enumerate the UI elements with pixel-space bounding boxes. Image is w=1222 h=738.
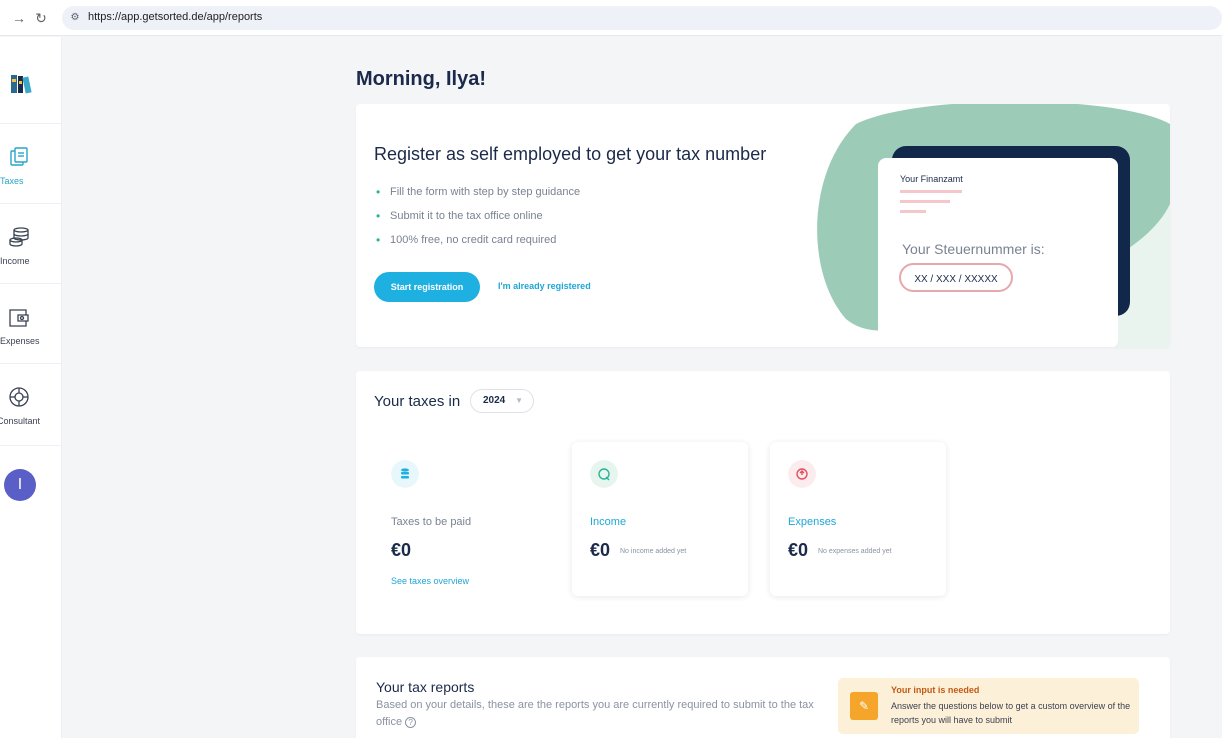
registration-card: Register as self employed to get your ta… <box>356 104 1170 347</box>
sidebar-item-expenses[interactable]: Expenses <box>0 283 62 363</box>
stat-note: No expenses added yet <box>818 548 892 555</box>
coins-icon <box>9 227 29 247</box>
sidebar-item-label: Consultant <box>0 416 40 426</box>
income-arrow-icon <box>590 460 618 488</box>
url-text[interactable]: https://app.getsorted.de/app/reports <box>88 11 262 23</box>
help-icon[interactable]: ? <box>405 716 417 728</box>
logo-books-icon <box>11 75 32 94</box>
wallet-icon <box>9 309 29 327</box>
site-settings-icon[interactable]: ⚙ <box>68 11 82 25</box>
steuernummer-value: XX / XXX / XXXXX <box>914 274 998 285</box>
stat-note: No income added yet <box>620 548 687 555</box>
sidebar-item-consultant[interactable]: Consultant <box>0 363 62 443</box>
chevron-down-icon: ▼ <box>515 396 523 405</box>
pencil-icon: ✎ <box>850 692 878 720</box>
taxes-title: Your taxes in <box>374 393 461 410</box>
stat-label: Expenses <box>788 516 837 528</box>
year-value: 2024 <box>483 395 506 406</box>
tax-number-illustration: Your Finanzamt Your Steuernummer is: XX … <box>817 104 1170 347</box>
sidebar-item-taxes[interactable]: Taxes <box>0 123 62 203</box>
forward-arrow-icon[interactable]: → <box>10 9 28 27</box>
browser-toolbar: → ↻ ⚙ https://app.getsorted.de/app/repor… <box>0 0 1222 36</box>
lifebuoy-icon <box>9 387 29 407</box>
reports-title: Your tax reports <box>376 679 475 695</box>
reports-description-text: Based on your details, these are the rep… <box>376 699 814 728</box>
already-registered-link[interactable]: I'm already registered <box>498 281 591 291</box>
see-taxes-overview-link[interactable]: See taxes overview <box>391 576 469 586</box>
coin-stack-icon <box>391 460 419 488</box>
taxes-card: Your taxes in 2024 ▼ Taxes to be paid €0… <box>356 371 1170 634</box>
notice-title: Your input is needed <box>891 685 980 695</box>
taxes-to-pay-stat: Taxes to be paid €0 See taxes overview <box>373 442 549 596</box>
stat-value: €0 <box>788 540 809 560</box>
stat-value: €0 <box>391 540 412 560</box>
sidebar: Taxes Income Expenses Consultant I <box>0 37 62 738</box>
finanzamt-label: Your Finanzamt <box>900 174 963 184</box>
registration-bullets: Fill the form with step by step guidance… <box>376 184 580 256</box>
income-stat[interactable]: Income €0 No income added yet <box>572 442 748 596</box>
list-item: Submit it to the tax office online <box>376 208 580 232</box>
start-registration-button[interactable]: Start registration <box>374 272 480 302</box>
stat-label: Income <box>590 516 627 528</box>
expenses-arrow-icon <box>788 460 816 488</box>
notice-text: Answer the questions below to get a cust… <box>891 701 1131 725</box>
sidebar-item-label: Income <box>0 256 30 266</box>
tax-reports-card: Your tax reports Based on your details, … <box>356 657 1170 738</box>
registration-title: Register as self employed to get your ta… <box>374 144 767 164</box>
sidebar-divider <box>0 445 62 446</box>
stat-label: Taxes to be paid <box>391 516 472 528</box>
reports-description: Based on your details, these are the rep… <box>376 697 826 731</box>
reload-icon[interactable]: ↻ <box>32 9 50 27</box>
list-item: Fill the form with step by step guidance <box>376 184 580 208</box>
sidebar-item-income[interactable]: Income <box>0 203 62 283</box>
sidebar-item-label: Expenses <box>0 336 40 346</box>
sidebar-item-label: Taxes <box>0 176 24 186</box>
address-bar[interactable]: ⚙ https://app.getsorted.de/app/reports <box>62 6 1222 30</box>
taxes-icon <box>10 147 28 166</box>
list-item: 100% free, no credit card required <box>376 232 580 256</box>
page-title: Morning, Ilya! <box>356 68 486 90</box>
year-select[interactable]: 2024 ▼ <box>470 389 534 413</box>
input-needed-notice: ✎ Your input is needed Answer the questi… <box>838 678 1139 734</box>
avatar[interactable]: I <box>4 469 36 501</box>
expenses-stat[interactable]: Expenses €0 No expenses added yet <box>770 442 946 596</box>
steuernummer-label: Your Steuernummer is: <box>902 241 1045 257</box>
stat-value: €0 <box>590 540 611 560</box>
